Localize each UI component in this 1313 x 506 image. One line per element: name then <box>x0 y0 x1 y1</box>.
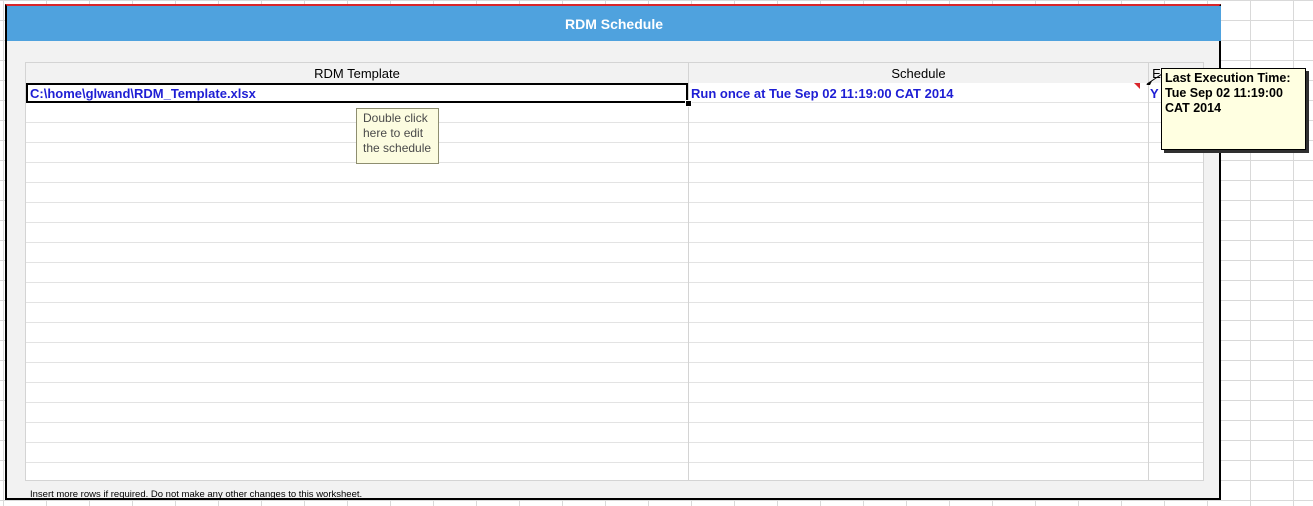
tooltip-line: the schedule <box>363 141 432 155</box>
header-schedule[interactable]: Schedule <box>689 63 1148 83</box>
cell-schedule[interactable]: Run once at Tue Sep 02 11:19:00 CAT 2014 <box>688 83 1148 103</box>
panel-title: RDM Schedule <box>7 6 1221 41</box>
schedule-panel: RDM Schedule RDM Template Schedule Enabl… <box>5 4 1221 500</box>
column-separator <box>1148 63 1149 480</box>
edit-hint-tooltip: Double click here to edit the schedule <box>356 108 439 164</box>
comment-line: CAT 2014 <box>1165 101 1222 115</box>
footer-note: Insert more rows if required. Do not mak… <box>30 489 363 500</box>
schedule-table: RDM Template Schedule Enabled C:\home\gl… <box>25 62 1204 481</box>
tooltip-line: here to edit <box>363 126 424 140</box>
comment-line: Tue Sep 02 11:19:00 <box>1165 86 1283 100</box>
cell-rdm-template[interactable]: C:\home\glwand\RDM_Template.xlsx <box>26 83 688 103</box>
header-rdm-template[interactable]: RDM Template <box>26 63 688 83</box>
tooltip-line: Double click <box>363 111 428 125</box>
last-execution-comment: Last Execution Time: Tue Sep 02 11:19:00… <box>1161 68 1306 150</box>
comment-indicator-icon <box>1134 83 1140 89</box>
column-separator <box>688 63 689 480</box>
comment-line: Last Execution Time: <box>1165 71 1291 85</box>
